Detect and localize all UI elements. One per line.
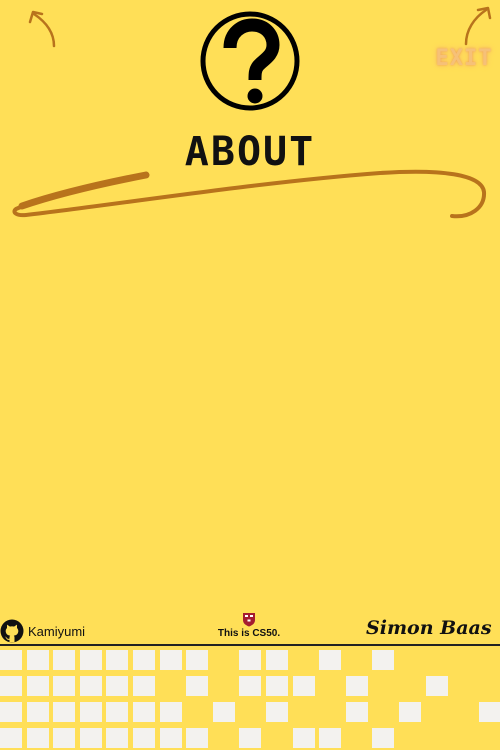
pixel-tile bbox=[292, 728, 315, 748]
pixel-tile bbox=[0, 650, 22, 670]
pixel-tile bbox=[266, 650, 288, 670]
footer-divider bbox=[0, 644, 500, 646]
pixel-tile bbox=[106, 728, 129, 748]
github-username: Kamiyumi bbox=[28, 623, 86, 639]
github-icon bbox=[0, 619, 24, 643]
pixel-tile bbox=[0, 702, 22, 722]
pixel-tile bbox=[53, 702, 76, 722]
pixel-tile bbox=[372, 650, 395, 670]
harvard-shield-icon bbox=[243, 613, 255, 627]
pixel-tile bbox=[79, 728, 102, 748]
pixel-tile bbox=[186, 676, 209, 696]
pixel-tile bbox=[26, 702, 49, 722]
pixel-tile bbox=[79, 702, 102, 722]
pixel-tile bbox=[133, 702, 155, 722]
back-arrow-icon[interactable] bbox=[24, 6, 64, 50]
pixel-tile bbox=[133, 650, 155, 670]
pixel-tile bbox=[239, 728, 262, 748]
pixel-tile bbox=[239, 650, 262, 670]
pixel-tile bbox=[399, 702, 421, 722]
pixel-tile bbox=[53, 650, 76, 670]
pixel-tile bbox=[239, 676, 262, 696]
pixel-tile bbox=[319, 728, 342, 748]
pixel-tile bbox=[425, 676, 448, 696]
pixel-tile bbox=[79, 650, 102, 670]
footer: Kamiyumi This is CS50. Simon Baas © bbox=[0, 612, 500, 646]
pixel-tile bbox=[53, 728, 76, 748]
pixel-tile bbox=[292, 676, 315, 696]
pixel-tile bbox=[106, 702, 129, 722]
pixel-tile bbox=[266, 702, 288, 722]
cs50-label: This is CS50. bbox=[217, 628, 281, 639]
pixel-tile bbox=[26, 728, 49, 748]
pixel-tile bbox=[79, 676, 102, 696]
cs50-badge[interactable]: This is CS50. bbox=[210, 612, 288, 639]
pixel-tile bbox=[53, 676, 76, 696]
github-link[interactable]: Kamiyumi bbox=[0, 618, 85, 644]
pixel-tile bbox=[159, 650, 182, 670]
pixel-tile bbox=[0, 728, 22, 748]
question-circle-icon bbox=[200, 11, 300, 111]
pixel-tile bbox=[478, 702, 500, 722]
pixel-tile bbox=[212, 702, 235, 722]
pixel-tile bbox=[133, 676, 155, 696]
exit-button[interactable]: EXIT bbox=[432, 46, 496, 71]
pixel-tile bbox=[159, 702, 182, 722]
pixel-tile bbox=[186, 650, 209, 670]
pixel-tile bbox=[372, 728, 395, 748]
pixel-tile bbox=[106, 650, 129, 670]
pixel-tile bbox=[26, 676, 49, 696]
pixel-grid bbox=[0, 650, 500, 750]
pixel-tile bbox=[26, 650, 49, 670]
exit-arrow-icon[interactable] bbox=[456, 4, 496, 48]
pixel-tile bbox=[319, 650, 342, 670]
pixel-tile bbox=[159, 728, 182, 748]
pixel-tile bbox=[345, 702, 368, 722]
pixel-tile bbox=[186, 728, 209, 748]
pixel-tile bbox=[0, 676, 22, 696]
pixel-tile bbox=[106, 676, 129, 696]
pixel-tile bbox=[266, 676, 288, 696]
pixel-tile bbox=[345, 676, 368, 696]
pixel-tile bbox=[133, 728, 155, 748]
title-underline-swoosh bbox=[12, 169, 486, 219]
signature: Simon Baas © bbox=[366, 617, 500, 639]
